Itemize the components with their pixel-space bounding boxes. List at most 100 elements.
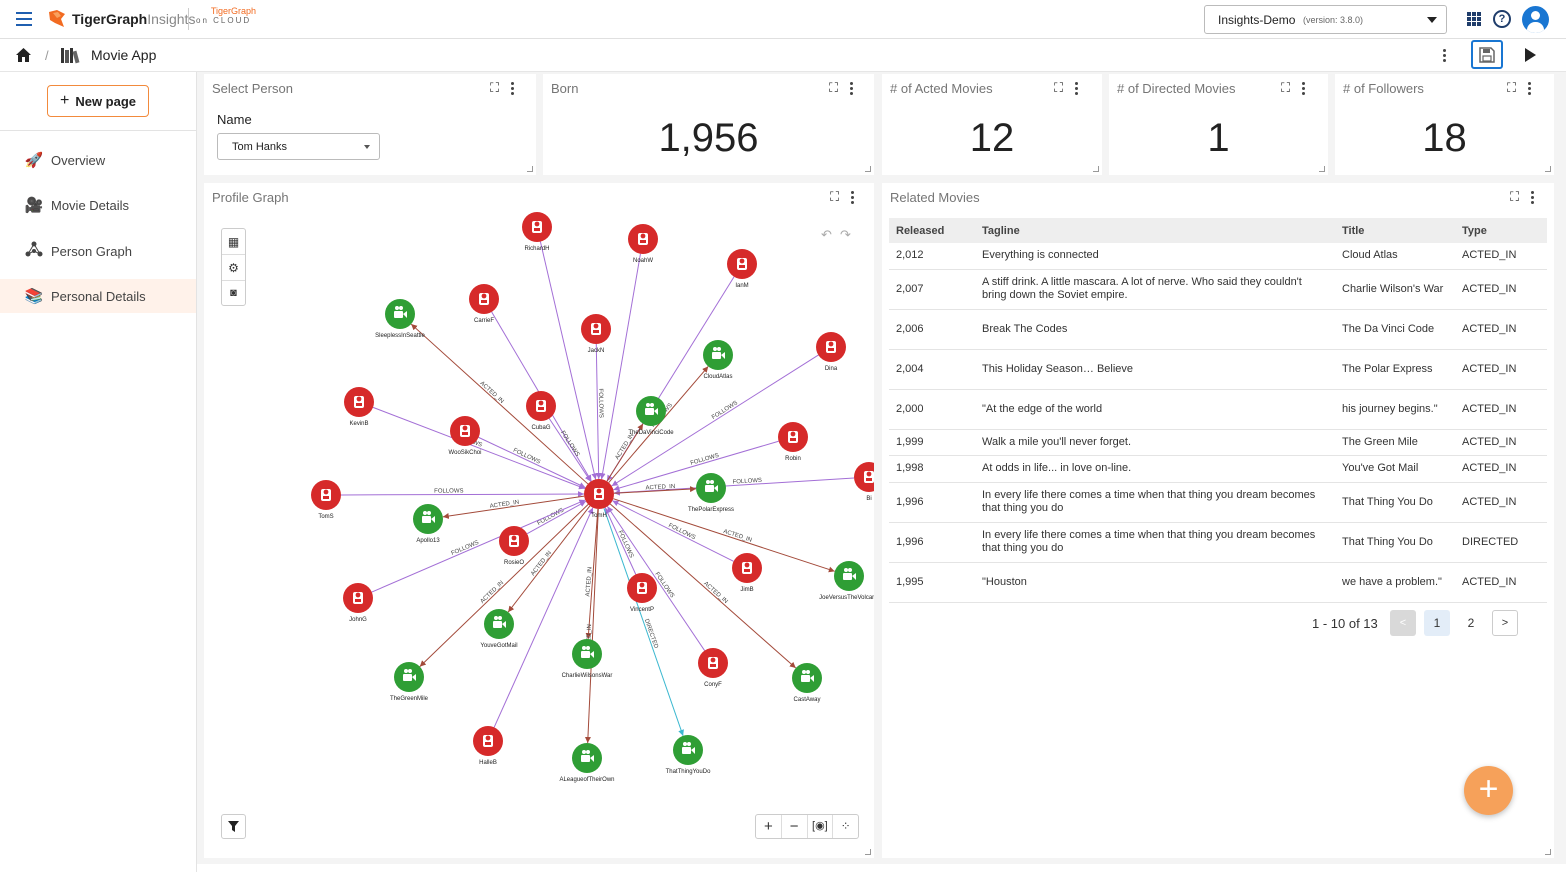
graph-node-person[interactable]: Robin <box>778 422 808 462</box>
person-select[interactable]: Tom Hanks <box>217 133 380 160</box>
graph-node-movie[interactable]: Apollo13 <box>413 504 443 544</box>
widget-menu-icon[interactable] <box>1528 81 1532 95</box>
layout-icon[interactable]: ⚙ <box>222 255 245 281</box>
zoom-in-icon[interactable]: + <box>756 815 782 838</box>
table-view-icon[interactable]: ▦ <box>222 229 245 255</box>
more-options-icon[interactable] <box>1443 49 1446 62</box>
page-1-button[interactable]: 1 <box>1424 610 1450 636</box>
graph-node-movie[interactable]: JoeVersusTheVolcano <box>819 561 874 601</box>
graph-node-movie[interactable]: ThatThingYouDo <box>666 735 711 775</box>
graph-node-movie[interactable]: SleeplessInSeattle <box>375 299 426 339</box>
graph-edge-follows[interactable] <box>599 253 641 480</box>
user-avatar-icon[interactable] <box>1522 6 1549 33</box>
save-button[interactable] <box>1471 40 1503 69</box>
top-bar: TigerGraphInsights TigerGraph on CLOUD I… <box>0 0 1566 39</box>
widget-menu-icon[interactable] <box>1075 81 1079 95</box>
new-page-button[interactable]: + New page <box>47 85 149 117</box>
graph-node-person[interactable]: JohnG <box>343 583 373 623</box>
table-row[interactable]: 2,000 "At the edge of the world his journe… <box>889 389 1547 430</box>
fit-to-screen-icon[interactable]: [◉] <box>808 815 834 838</box>
sidebar-item-movie-details[interactable]: 🎥 Movie Details <box>0 188 196 222</box>
graph-node-person[interactable]: JimB <box>732 553 762 593</box>
fullscreen-icon[interactable]: ⛶ <box>1281 80 1290 96</box>
graph-node-movie[interactable]: CloudAtlas <box>703 340 733 380</box>
sidebar-item-personal-details[interactable]: 📚 Personal Details <box>0 279 196 313</box>
column-header-type[interactable]: Type <box>1455 218 1547 243</box>
graph-node-movie[interactable]: CastAway <box>792 663 822 703</box>
graph-node-movie[interactable]: ThePolarExpress <box>688 473 734 513</box>
column-header-title[interactable]: Title <box>1335 218 1455 243</box>
save-icon <box>1479 47 1495 63</box>
help-icon[interactable]: ? <box>1493 10 1511 28</box>
table-row[interactable]: 1,996 In every life there comes a time wh… <box>889 482 1547 523</box>
column-header-tagline[interactable]: Tagline <box>975 218 1335 243</box>
relayout-icon[interactable]: ⁘ <box>833 815 858 838</box>
graph-node-movie[interactable]: TheDaVinciCode <box>628 396 674 436</box>
workspace-select[interactable]: Insights-Demo (version: 3.8.0) <box>1204 5 1447 34</box>
graph-node-movie[interactable]: TheGreenMile <box>390 662 429 702</box>
fullscreen-icon[interactable]: ⛶ <box>1054 80 1063 96</box>
widget-menu-icon[interactable] <box>1531 190 1535 204</box>
graph-node-person[interactable]: JackN <box>581 314 611 354</box>
widget-menu-icon[interactable] <box>511 81 515 95</box>
page-2-button[interactable]: 2 <box>1458 610 1484 636</box>
sidebar-item-overview[interactable]: 🚀 Overview <box>0 143 196 177</box>
app-title[interactable]: Movie App <box>91 47 156 63</box>
add-widget-fab[interactable]: + <box>1464 766 1513 815</box>
table-cell-title: The Da Vinci Code <box>1335 309 1455 350</box>
graph-node-person[interactable]: ConyF <box>698 648 728 688</box>
plus-icon: + <box>59 92 70 109</box>
table-cell-released: 2,006 <box>889 309 975 350</box>
table-row[interactable]: 2,007 A stiff drink. A little mascara. A … <box>889 269 1547 310</box>
table-row[interactable]: 2,012 Everything is connected Cloud Atlas A… <box>889 243 1547 270</box>
graph-node-person[interactable]: TomS <box>311 480 341 520</box>
play-icon[interactable] <box>1525 48 1536 62</box>
graph-node-person[interactable]: VincentP <box>627 573 657 613</box>
redo-icon[interactable]: ↷ <box>840 227 851 243</box>
hamburger-menu-icon[interactable] <box>16 12 32 26</box>
filter-icon[interactable] <box>221 814 246 839</box>
graph-node-label: Robin <box>785 456 801 462</box>
graph-node-person[interactable]: RosieO <box>499 526 529 566</box>
undo-icon[interactable]: ↶ <box>821 227 832 243</box>
graph-node-movie[interactable]: YouveGotMail <box>480 609 518 649</box>
table-row[interactable]: 1,996 In every life there comes a time wh… <box>889 522 1547 563</box>
graph-node-person[interactable]: IanM <box>727 249 757 289</box>
camera-icon[interactable]: ◙ <box>222 281 245 305</box>
fullscreen-icon[interactable]: ⛶ <box>490 80 499 96</box>
prev-page-button[interactable]: < <box>1390 610 1416 636</box>
graph-node-person[interactable]: KevinB <box>344 387 374 427</box>
table-cell-title: The Polar Express <box>1335 349 1455 390</box>
graph-node-person[interactable]: NoahW <box>628 224 658 264</box>
column-header-released[interactable]: Released <box>889 218 975 243</box>
graph-node-center[interactable]: TomH <box>584 479 614 519</box>
table-row[interactable]: 1,999 Walk a mile you'll never forget. The… <box>889 429 1547 456</box>
graph-node-person[interactable]: HalleB <box>473 726 503 766</box>
profile-graph-canvas[interactable]: ACTED_IN FOLLOWS FOLLOWS FOLLOWS FOLLOWS FOLL… <box>204 183 874 858</box>
widget-menu-icon[interactable] <box>850 81 854 95</box>
table-row[interactable]: 1,998 At odds in life... in love on-line.… <box>889 455 1547 483</box>
graph-node-person[interactable]: WooSikChoi <box>449 416 482 456</box>
graph-node-person[interactable]: Bi <box>854 462 874 502</box>
home-icon[interactable] <box>15 47 32 63</box>
next-page-button[interactable]: > <box>1492 610 1518 636</box>
widget-menu-icon[interactable] <box>1302 81 1306 95</box>
graph-node-person[interactable]: Dina <box>816 332 846 372</box>
table-row[interactable]: 2,006 Break The Codes The Da Vinci Code ACT… <box>889 309 1547 350</box>
sidebar-item-label: Personal Details <box>51 288 146 304</box>
table-row[interactable]: 2,004 This Holiday Season… Believe The Pol… <box>889 349 1547 390</box>
graph-node-person[interactable]: RichardH <box>522 212 552 252</box>
apps-grid-icon[interactable] <box>1467 12 1481 26</box>
sidebar-item-person-graph[interactable]: Person Graph <box>0 234 196 268</box>
graph-node-label: WooSikChoi <box>449 450 482 456</box>
fullscreen-icon[interactable]: ⛶ <box>1507 80 1516 96</box>
graph-node-person[interactable]: CubaG <box>526 391 556 431</box>
zoom-out-icon[interactable]: − <box>782 815 808 838</box>
table-row[interactable]: 1,995 "Houston we have a problem." ACTED_IN <box>889 562 1547 603</box>
movie-camera-icon: 🎥 <box>24 197 44 214</box>
fullscreen-icon[interactable]: ⛶ <box>1510 189 1519 205</box>
graph-node-person[interactable]: CarrieF <box>469 284 499 324</box>
fullscreen-icon[interactable]: ⛶ <box>829 80 838 96</box>
graph-node-movie[interactable]: ALeagueofTheirOwn <box>559 743 615 783</box>
graph-node-movie[interactable]: CharlieWilsonsWar <box>562 639 613 679</box>
